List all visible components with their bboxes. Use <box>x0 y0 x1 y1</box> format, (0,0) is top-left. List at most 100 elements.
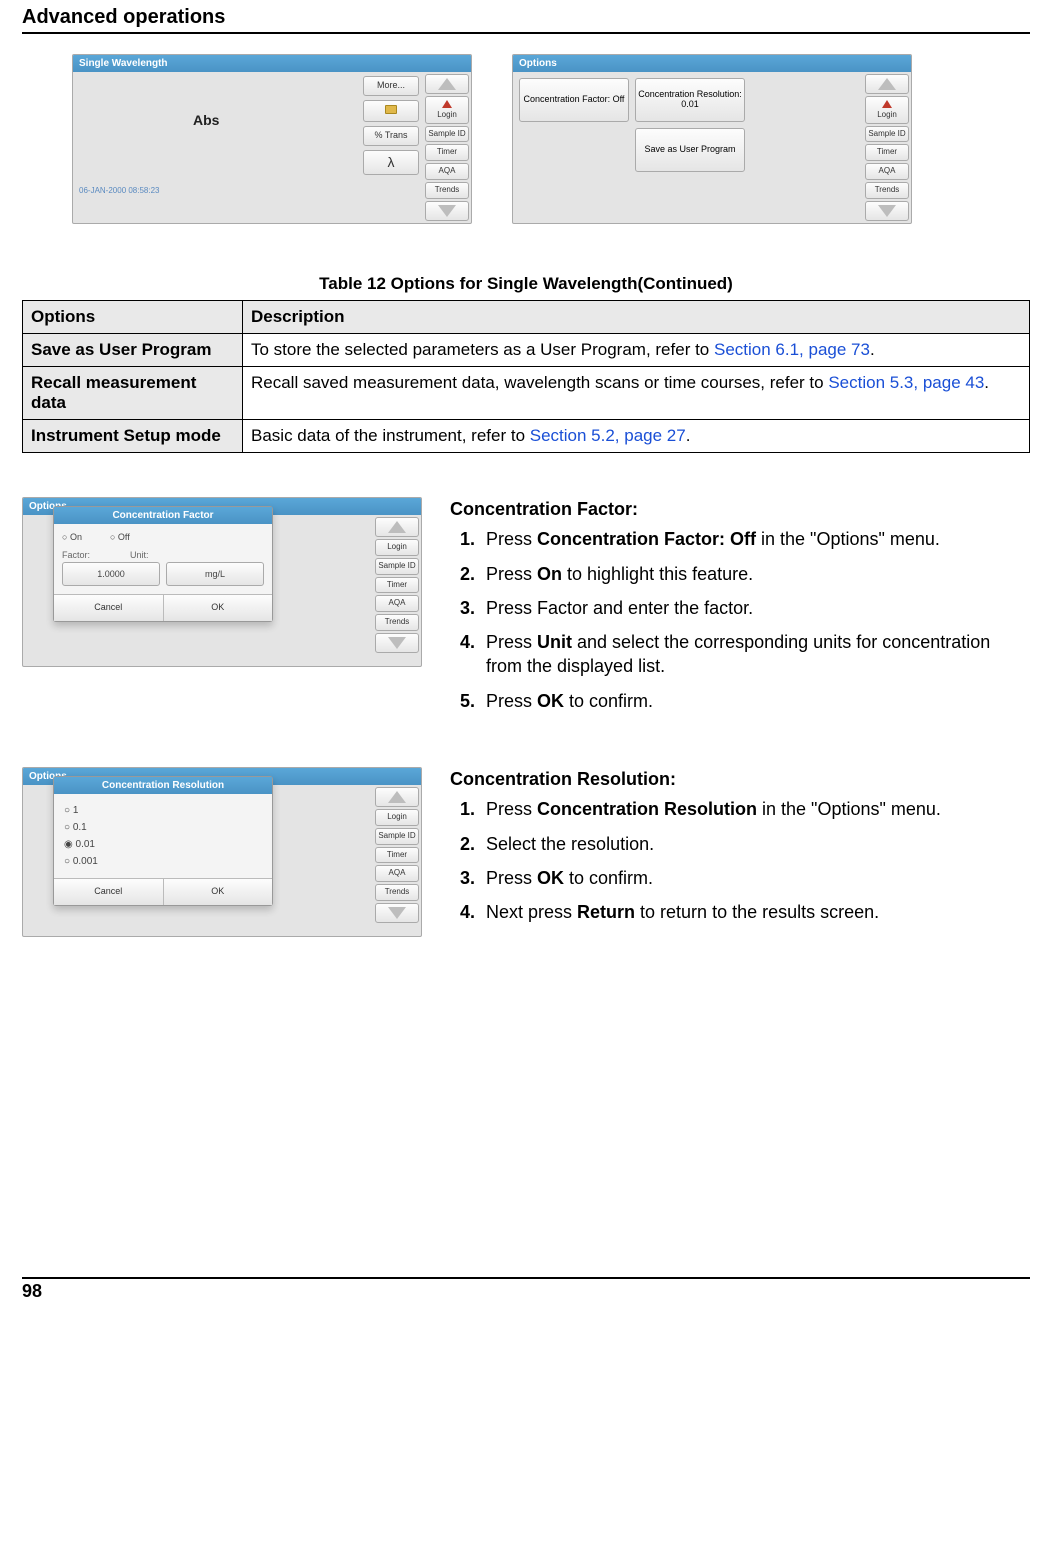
fig1-timer-button[interactable]: Timer <box>425 144 469 161</box>
fig1-login-button[interactable]: Login <box>425 96 469 124</box>
list-item: Press OK to confirm. <box>480 866 1030 890</box>
radio-on[interactable]: On <box>62 532 82 542</box>
arrow-up-icon <box>442 100 452 108</box>
text: Basic data of the instrument, refer to <box>251 426 530 445</box>
factor-label: Factor: <box>62 550 90 560</box>
fig2-aqa-button[interactable]: AQA <box>865 163 909 180</box>
heading-conc-resolution: Concentration Resolution: <box>450 767 1030 791</box>
triangle-down-icon <box>878 205 896 217</box>
modal-conc-factor: Concentration Factor On Off Factor: Unit… <box>53 506 273 622</box>
arrow-up-icon <box>882 100 892 108</box>
side-timer[interactable]: Timer <box>375 847 419 864</box>
list-item: Press On to highlight this feature. <box>480 562 1030 586</box>
running-header: Advanced operations <box>22 0 1030 34</box>
figure-conc-factor: Options Login Sample ID Timer AQA Trends… <box>22 497 422 667</box>
table-header-row: Options Description <box>23 301 1030 334</box>
folder-icon <box>385 105 397 114</box>
fig2-tile-conc-resolution[interactable]: Concentration Resolution: 0.01 <box>635 78 745 122</box>
fig1-scroll-down[interactable] <box>425 201 469 221</box>
scroll-down[interactable] <box>375 903 419 923</box>
fig2-timer-button[interactable]: Timer <box>865 144 909 161</box>
desc-recall-data: Recall saved measurement data, wavelengt… <box>243 367 1030 420</box>
modal-cancel-button[interactable]: Cancel <box>54 595 164 621</box>
side-timer[interactable]: Timer <box>375 577 419 594</box>
fig1-scroll-up[interactable] <box>425 74 469 94</box>
list-item: Select the resolution. <box>480 832 1030 856</box>
fig2-login-button[interactable]: Login <box>865 96 909 124</box>
scroll-down[interactable] <box>375 633 419 653</box>
fig2-scroll-down[interactable] <box>865 201 909 221</box>
table-row: Save as User Program To store the select… <box>23 334 1030 367</box>
radio-off[interactable]: Off <box>110 532 130 542</box>
fig1-more-button[interactable]: More... <box>363 76 419 96</box>
figure-conc-resolution: Options Login Sample ID Timer AQA Trends… <box>22 767 422 937</box>
fig2-scroll-up[interactable] <box>865 74 909 94</box>
th-description: Description <box>243 301 1030 334</box>
opt-instrument-setup: Instrument Setup mode <box>23 420 243 453</box>
modal-ok-button[interactable]: OK <box>164 595 273 621</box>
page-number: 98 <box>22 1277 1030 1302</box>
side-trends[interactable]: Trends <box>375 884 419 901</box>
table-row: Instrument Setup mode Basic data of the … <box>23 420 1030 453</box>
side-sampleid[interactable]: Sample ID <box>375 828 419 845</box>
fig1-folder-button[interactable] <box>363 100 419 122</box>
desc-instrument-setup: Basic data of the instrument, refer to S… <box>243 420 1030 453</box>
fig1-aqa-button[interactable]: AQA <box>425 163 469 180</box>
fig1-side-login-label: Login <box>437 110 457 119</box>
text: Recall saved measurement data, wavelengt… <box>251 373 828 392</box>
fig1-trends-button[interactable]: Trends <box>425 182 469 199</box>
side-aqa[interactable]: AQA <box>375 595 419 612</box>
list-item: Press Concentration Factor: Off in the "… <box>480 527 1030 551</box>
fig2-sampleid-button[interactable]: Sample ID <box>865 126 909 143</box>
modal-cancel-button[interactable]: Cancel <box>54 879 164 905</box>
figure-single-wavelength: Single Wavelength Abs 06-JAN-2000 08:58:… <box>72 54 472 224</box>
modal-ok-button[interactable]: OK <box>164 879 273 905</box>
modal-title: Concentration Factor <box>54 507 272 524</box>
fig2-tile-conc-factor[interactable]: Concentration Factor: Off <box>519 78 629 122</box>
xref-link[interactable]: Section 5.3, page 43 <box>828 373 984 392</box>
fig1-abs-label: Abs <box>193 112 219 128</box>
fig1-sampleid-button[interactable]: Sample ID <box>425 126 469 143</box>
factor-field[interactable]: 1.0000 <box>62 562 160 586</box>
radio-1[interactable]: 1 <box>62 802 264 819</box>
options-table: Options Description Save as User Program… <box>22 300 1030 453</box>
side-login[interactable]: Login <box>375 809 419 826</box>
xref-link[interactable]: Section 5.2, page 27 <box>530 426 686 445</box>
fig1-lambda-button[interactable]: λ <box>363 150 419 175</box>
side-login[interactable]: Login <box>375 539 419 556</box>
side-aqa[interactable]: AQA <box>375 865 419 882</box>
radio-0-1[interactable]: 0.1 <box>62 819 264 836</box>
instructions-conc-factor: Concentration Factor: Press Concentratio… <box>450 497 1030 723</box>
side-trends[interactable]: Trends <box>375 614 419 631</box>
instructions-conc-resolution: Concentration Resolution: Press Concentr… <box>450 767 1030 934</box>
list-item: Press OK to confirm. <box>480 689 1030 713</box>
list-item: Press Unit and select the corresponding … <box>480 630 1030 679</box>
xref-link[interactable]: Section 6.1, page 73 <box>714 340 870 359</box>
text: . <box>870 340 875 359</box>
text: To store the selected parameters as a Us… <box>251 340 714 359</box>
unit-field[interactable]: mg/L <box>166 562 264 586</box>
scroll-up[interactable] <box>375 517 419 537</box>
modal-title: Concentration Resolution <box>54 777 272 794</box>
fig2-tile-save-program[interactable]: Save as User Program <box>635 128 745 172</box>
modal-conc-resolution: Concentration Resolution 1 0.1 0.01 0.00… <box>53 776 273 906</box>
fig1-timestamp: 06-JAN-2000 08:58:23 <box>79 186 160 195</box>
radio-0-01[interactable]: 0.01 <box>62 836 264 853</box>
fig1-trans-button[interactable]: % Trans <box>363 126 419 146</box>
triangle-down-icon <box>438 205 456 217</box>
table-row: Recall measurement data Recall saved mea… <box>23 367 1030 420</box>
fig2-trends-button[interactable]: Trends <box>865 182 909 199</box>
triangle-up-icon <box>878 78 896 90</box>
figure-options: Options Concentration Factor: Off Concen… <box>512 54 912 224</box>
list-item: Press Factor and enter the factor. <box>480 596 1030 620</box>
scroll-up[interactable] <box>375 787 419 807</box>
radio-0-001[interactable]: 0.001 <box>62 853 264 870</box>
heading-conc-factor: Concentration Factor: <box>450 497 1030 521</box>
table-caption: Table 12 Options for Single Wavelength(C… <box>22 274 1030 294</box>
text: . <box>984 373 989 392</box>
list-item: Press Concentration Resolution in the "O… <box>480 797 1030 821</box>
text: . <box>686 426 691 445</box>
th-options: Options <box>23 301 243 334</box>
side-sampleid[interactable]: Sample ID <box>375 558 419 575</box>
triangle-up-icon <box>438 78 456 90</box>
